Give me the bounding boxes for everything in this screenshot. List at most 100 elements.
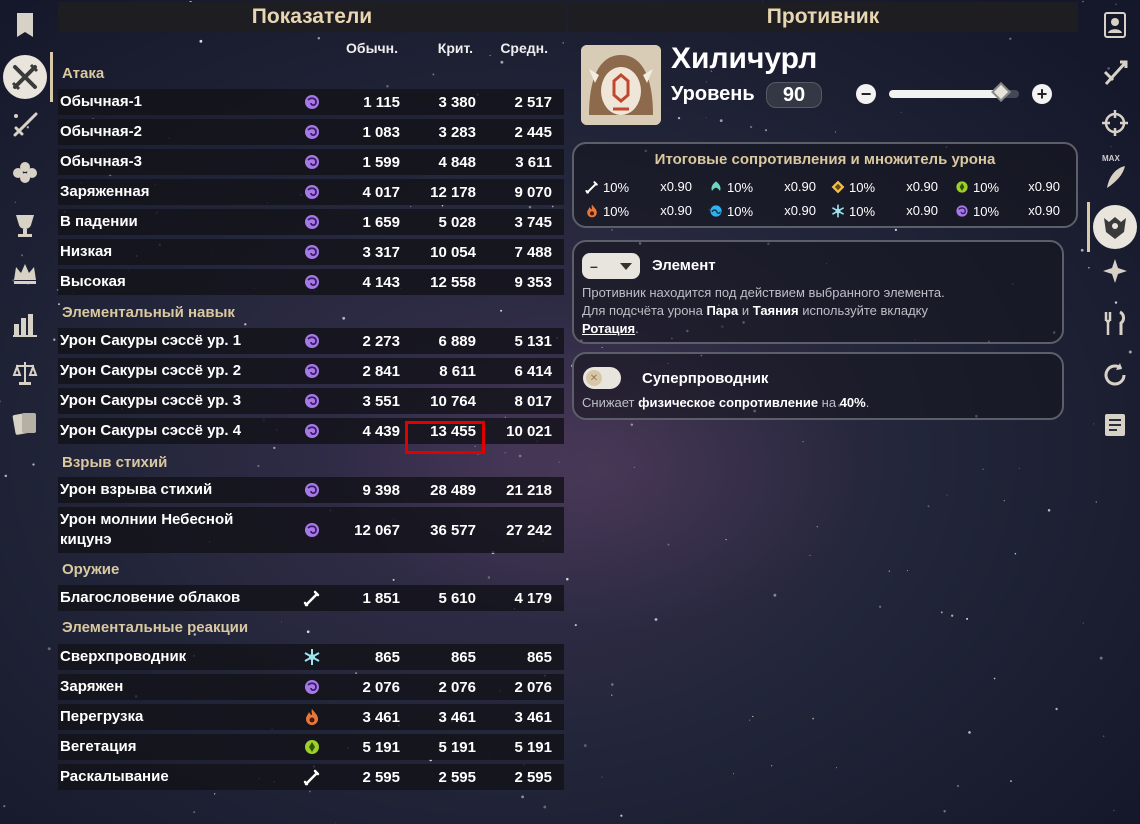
damage-crit: 12 558 [430, 273, 476, 291]
damage-normal: 865 [374, 648, 400, 666]
damage-multiplier: x0.90 [906, 203, 938, 218]
element-panel: – Элемент Противник находится под действ… [572, 240, 1064, 344]
superconduct-panel: ✕ Суперпроводник Снижает физическое сопр… [572, 352, 1064, 420]
melt-term: Таяния [752, 303, 799, 318]
balance-scale-icon[interactable] [4, 352, 46, 394]
damage-row-name: Урон взрыва стихий [60, 481, 213, 498]
talent-compass-icon[interactable] [1094, 102, 1136, 144]
damage-row-name: Сверхпроводник [60, 648, 187, 665]
damage-row: Сверхпроводник 865 865 865 [58, 644, 564, 670]
pyro-icon [587, 204, 597, 218]
element-desc-text: используйте вкладку [798, 303, 928, 318]
column-header-crit: Крит. [437, 40, 473, 56]
electro-icon [305, 95, 319, 109]
attack-stats-icon[interactable] [0, 52, 50, 102]
resistance-geo: 10% [830, 177, 875, 197]
resistance-value: 10% [727, 203, 754, 219]
element-label: Элемент [652, 257, 716, 274]
bar-chart-icon[interactable] [4, 304, 46, 346]
damage-normal: 2 076 [362, 678, 400, 696]
element-icon-slot [302, 212, 322, 232]
electro-icon [305, 334, 319, 348]
character-cards-icon[interactable] [4, 402, 46, 444]
element-icon-slot [302, 391, 322, 411]
superconduct-description: Снижает физическое сопротивление на 40%. [582, 394, 1052, 412]
damage-average: 5 131 [514, 332, 552, 350]
damage-crit: 5 191 [438, 738, 476, 756]
resistance-value: 10% [603, 203, 630, 219]
damage-normal: 2 595 [362, 768, 400, 786]
bookmark-icon[interactable] [4, 4, 46, 46]
element-dropdown[interactable]: – [582, 253, 640, 279]
electro-icon [305, 364, 319, 378]
damage-normal: 12 067 [354, 521, 400, 539]
damage-row: Перегрузка 3 461 3 461 3 461 [58, 704, 564, 730]
element-desc-text: Для подсчёта урона [582, 303, 707, 318]
superconduct-desc-text: Снижает [582, 395, 639, 410]
damage-normal: 1 659 [362, 213, 400, 231]
superconduct-toggle[interactable]: ✕ [583, 367, 621, 389]
weapon-polearm-icon[interactable] [1094, 52, 1136, 94]
cryo-icon [304, 649, 320, 665]
resistance-dendro: 10% [954, 177, 999, 197]
element-icon-slot [302, 588, 322, 608]
artifact-flower-icon[interactable] [4, 152, 46, 194]
damage-crit: 865 [450, 648, 476, 666]
level-decrease-button[interactable]: − [856, 84, 876, 104]
chevron-down-icon [620, 262, 632, 270]
level-label: Уровень [671, 83, 755, 105]
food-icon[interactable] [1094, 302, 1136, 344]
damage-row: Высокая 4 143 12 558 9 353 [58, 269, 564, 295]
damage-crit: 4 848 [438, 153, 476, 171]
resistance-electro: 10% [954, 201, 999, 221]
level-increase-button[interactable]: + [1032, 84, 1052, 104]
character-profile-icon[interactable] [1094, 4, 1136, 46]
level-input[interactable]: 90 [766, 82, 822, 108]
resistances-title: Итоговые сопротивления и множитель урона [654, 151, 996, 168]
electro-icon [305, 483, 319, 497]
sword-icon[interactable] [4, 104, 46, 146]
damage-row-name: Урон Сакуры сэссё ур. 2 [60, 362, 242, 379]
level-slider[interactable] [889, 82, 1019, 102]
feather-icon[interactable] [1094, 156, 1136, 198]
damage-row: Урон молнии Небесной кицунэ 12 067 36 577 2… [58, 507, 564, 553]
damage-multiplier: x0.90 [784, 179, 816, 194]
damage-crit: 10 764 [430, 392, 476, 410]
highlight-box [405, 421, 485, 454]
enemy-stats-icon[interactable] [1090, 202, 1140, 252]
rotation-icon[interactable] [1094, 354, 1136, 396]
resistance-value: 10% [973, 179, 1000, 195]
enemy-portrait [581, 45, 661, 125]
electro-icon [956, 205, 968, 217]
resistance-pyro: 10% [584, 201, 629, 221]
damage-crit: 3 461 [438, 708, 476, 726]
stats-panel-title: Показатели [58, 2, 566, 32]
damage-row: Обычная-2 1 083 3 283 2 445 [58, 119, 564, 145]
electro-icon [305, 394, 319, 408]
damage-row: Благословение облаков 1 851 5 610 4 179 [58, 585, 564, 611]
res-reduction-value: 40% [839, 395, 866, 410]
level-slider-fill [889, 90, 1001, 98]
damage-multiplier: x0.90 [660, 179, 692, 194]
artifact-goblet-icon[interactable] [4, 204, 46, 246]
damage-normal: 3 317 [362, 243, 400, 261]
rotation-tab-link[interactable]: Ротация [582, 321, 635, 336]
resistance-physical: 10% [584, 177, 629, 197]
damage-row-name: Заряжен [60, 678, 124, 695]
damage-row-name: Урон Сакуры сэссё ур. 4 [60, 422, 242, 439]
damage-crit: 3 283 [438, 123, 476, 141]
superconduct-label: Суперпроводник [642, 370, 769, 387]
damage-average: 3 745 [514, 213, 552, 231]
notes-icon[interactable] [1094, 404, 1136, 446]
element-icon-slot [302, 767, 322, 787]
resistances-panel: Итоговые сопротивления и множитель урона… [572, 142, 1078, 228]
sparkle-icon[interactable] [1094, 250, 1136, 292]
element-icon-slot [302, 520, 322, 540]
damage-average: 2 076 [514, 678, 552, 696]
damage-normal: 9 398 [362, 481, 400, 499]
damage-normal: 4 439 [362, 422, 400, 440]
crown-icon[interactable] [4, 252, 46, 294]
pyro-icon [306, 709, 318, 725]
section-header: Элементальный навык [62, 304, 235, 321]
resistance-value: 10% [603, 179, 630, 195]
